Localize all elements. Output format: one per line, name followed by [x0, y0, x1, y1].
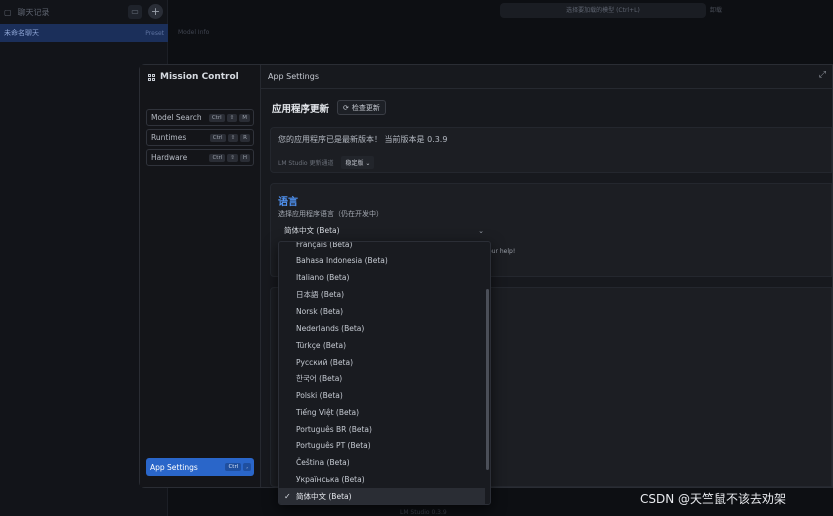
mission-control-panel: Mission Control Model Search Ctrl ⇧ M Ru…: [140, 65, 261, 487]
grid-icon: [148, 73, 155, 81]
chat-list-item[interactable]: 未命名聊天 Preset: [0, 24, 168, 42]
model-selector[interactable]: 选择要加载的模型 (Ctrl+L): [500, 3, 706, 18]
update-status: 您的应用程序已是最新版本！ 当前版本是 0.3.9: [278, 135, 448, 144]
language-option[interactable]: Português PT (Beta): [279, 437, 485, 454]
language-description: 选择应用程序语言（仍在开发中）: [278, 210, 383, 218]
model-search-button[interactable]: Model Search Ctrl ⇧ M: [146, 109, 254, 126]
language-option[interactable]: Norsk (Beta): [279, 303, 485, 320]
language-option[interactable]: Português BR (Beta): [279, 421, 485, 438]
update-card: 您的应用程序已是最新版本！ 当前版本是 0.3.9 LM Studio 更新通道…: [270, 127, 832, 173]
channel-select[interactable]: 稳定版 ⌄: [341, 156, 375, 169]
language-option[interactable]: Italiano (Beta): [279, 269, 485, 286]
app-settings-button[interactable]: App Settings Ctrl ,: [146, 458, 254, 476]
language-select[interactable]: 简体中文 (Beta) ⌄: [278, 222, 490, 239]
language-option[interactable]: Tiếng Việt (Beta): [279, 404, 485, 421]
hardware-button[interactable]: Hardware Ctrl ⇧ H: [146, 149, 254, 166]
language-option[interactable]: Nederlands (Beta): [279, 320, 485, 337]
sidebar-header: ▢ 聊天记录: [0, 0, 168, 24]
channel-label: LM Studio 更新通道: [278, 160, 334, 167]
language-option[interactable]: Türkçe (Beta): [279, 337, 485, 354]
language-dropdown: Français (Beta) Bahasa Indonesia (Beta) …: [278, 241, 491, 505]
language-option[interactable]: Čeština (Beta): [279, 454, 485, 471]
language-option-selected[interactable]: ✓ 简体中文 (Beta): [279, 488, 485, 504]
chat-title: 未命名聊天: [4, 29, 39, 37]
checkmark-icon: ✓: [284, 492, 291, 501]
runtimes-button[interactable]: Runtimes Ctrl ⇧ R: [146, 129, 254, 146]
version-footer: LM Studio 0.3.9: [400, 509, 447, 516]
eject-button[interactable]: 卸载: [710, 3, 738, 18]
language-option[interactable]: Українська (Beta): [279, 471, 485, 488]
update-section-title: 应用程序更新: [272, 104, 330, 115]
language-option[interactable]: Русский (Beta): [279, 354, 485, 371]
preset-badge: Preset: [145, 29, 164, 37]
refresh-icon: ⟳: [343, 103, 349, 112]
new-folder-icon[interactable]: ▭: [128, 5, 142, 19]
language-option[interactable]: 日本語 (Beta): [279, 286, 485, 303]
sidebar-title: 聊天记录: [17, 7, 50, 17]
chevron-down-icon: ⌄: [478, 226, 484, 235]
language-option[interactable]: Polski (Beta): [279, 387, 485, 404]
model-info-hint: Model Info: [178, 29, 210, 36]
mission-control-title: Mission Control: [148, 72, 239, 82]
check-update-button[interactable]: ⟳ 检查更新: [337, 100, 386, 115]
screen: ▢ 聊天记录 ▭ + 未命名聊天 Preset 选择要加载的模型 (Ctrl+L…: [0, 0, 833, 516]
help-text: our help!: [488, 248, 516, 255]
expand-icon[interactable]: ⤢: [819, 70, 826, 80]
language-option[interactable]: Bahasa Indonesia (Beta): [279, 252, 485, 269]
settings-header: App Settings: [261, 65, 832, 89]
language-title: 语言: [278, 197, 298, 208]
dropdown-scrollbar[interactable]: [486, 289, 489, 470]
language-option[interactable]: 한국어 (Beta): [279, 370, 485, 387]
chat-icon: ▢: [4, 7, 12, 17]
new-chat-button[interactable]: +: [148, 4, 163, 19]
watermark: CSDN @天竺鼠不该去劝架: [640, 492, 787, 506]
